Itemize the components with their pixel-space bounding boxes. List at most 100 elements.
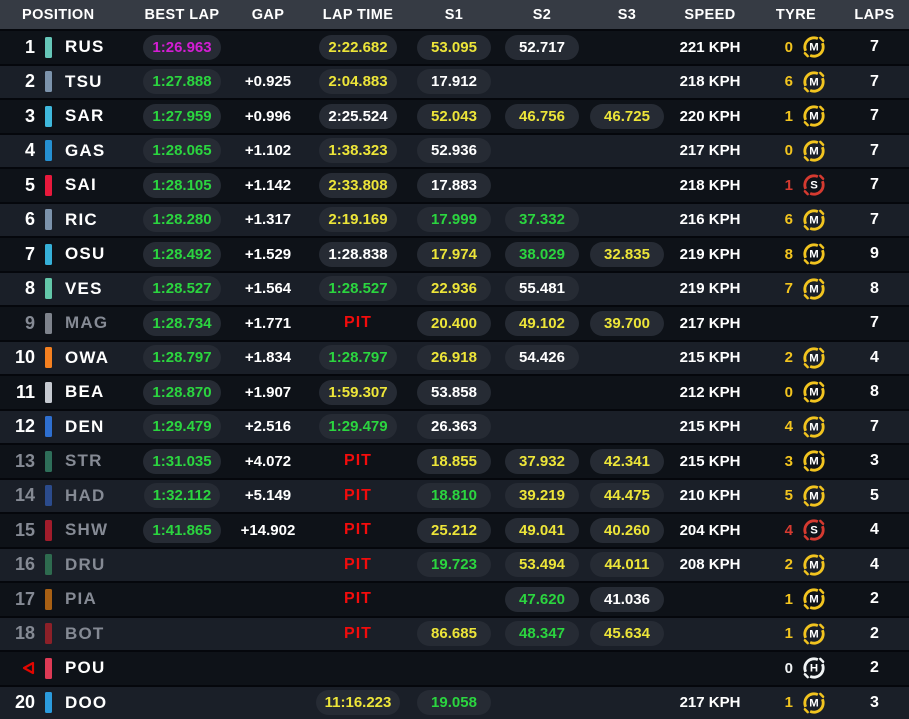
- position-number: 16: [14, 554, 35, 575]
- sector2-time: 49.102: [505, 310, 579, 336]
- svg-text:M: M: [809, 697, 818, 709]
- timing-row: 8 VES 1:28.527 +1.564 1:28.527 22.936 55.481 21…: [0, 272, 909, 306]
- team-color-cell: [40, 411, 56, 444]
- sector3-cell: [586, 204, 668, 237]
- best-lap-cell: 1:32.112: [134, 480, 230, 513]
- tyre-compound-medium-icon: M: [803, 623, 825, 645]
- speed-cell: [668, 652, 752, 685]
- sector1-cell: 25.212: [410, 514, 498, 547]
- svg-text:M: M: [809, 594, 818, 606]
- team-color-cell: [40, 31, 56, 64]
- laps-count: 8: [870, 383, 879, 401]
- laps-count: 8: [870, 279, 879, 297]
- sector2-cell: 46.756: [498, 100, 586, 133]
- lap-time-cell: 1:29.479: [306, 411, 410, 444]
- sector1-cell: [410, 652, 498, 685]
- svg-text:M: M: [809, 42, 818, 54]
- tyre-cell: 1M: [752, 687, 840, 719]
- sector2-time: 53.494: [505, 552, 579, 578]
- lap-time-cell: PIT: [306, 514, 410, 547]
- laps-count: 2: [870, 624, 879, 642]
- best-lap-time: 1:27.959: [143, 103, 221, 129]
- best-lap-cell: 1:28.527: [134, 273, 230, 306]
- speed-cell: [668, 583, 752, 616]
- lap-time: 2:04.883: [319, 69, 397, 95]
- sector2-cell: [498, 66, 586, 99]
- lap-time-cell: 1:28.797: [306, 342, 410, 375]
- gap-cell: +1.564: [244, 280, 292, 298]
- position-cell: 16: [0, 549, 40, 582]
- speed-cell: 204 KPH: [679, 521, 741, 539]
- sector3-time: 40.260: [590, 517, 664, 543]
- svg-text:M: M: [809, 490, 818, 502]
- tyre-cell: 0M: [752, 376, 840, 409]
- sector2-cell: 37.932: [498, 445, 586, 478]
- laps-count: 7: [870, 210, 879, 228]
- position-number: 7: [24, 243, 35, 264]
- lap-time-cell: PIT: [306, 480, 410, 513]
- sector3-time: 46.725: [590, 103, 664, 129]
- best-lap-cell: 1:29.479: [134, 411, 230, 444]
- sector3-time: 45.634: [590, 621, 664, 647]
- best-lap-time: 1:26.963: [143, 34, 221, 60]
- tyre-stint-count: 6: [784, 211, 793, 229]
- sector2-cell: 49.102: [498, 307, 586, 340]
- tyre-compound-medium-icon: M: [803, 692, 825, 714]
- svg-text:M: M: [809, 421, 818, 433]
- timing-row: 14 HAD 1:32.112 +5.149 PIT 18.810 39.219 44.475…: [0, 479, 909, 513]
- lap-time-cell: 1:38.323: [306, 135, 410, 168]
- sector3-time: 44.475: [590, 483, 664, 509]
- position-number: 5: [24, 174, 35, 195]
- team-color-bar: [44, 312, 52, 334]
- pit-label: PIT: [344, 486, 372, 504]
- team-color-bar: [44, 71, 52, 93]
- lap-time-cell: 1:59.307: [306, 376, 410, 409]
- sector1-time: 18.855: [417, 448, 491, 474]
- sector2-cell: [498, 376, 586, 409]
- driver-code: RUS: [65, 37, 105, 57]
- sector2-time: 49.041: [505, 517, 579, 543]
- sector3-cell: [586, 342, 668, 375]
- team-color-cell: [40, 618, 56, 651]
- gap-cell: +0.925: [244, 73, 292, 91]
- sector1-time: 52.936: [417, 138, 491, 164]
- sector1-time: 17.912: [417, 69, 491, 95]
- sector3-cell: 39.700: [586, 307, 668, 340]
- svg-text:M: M: [809, 352, 818, 364]
- sector2-cell: [498, 411, 586, 444]
- sector2-cell: 37.332: [498, 204, 586, 237]
- sector1-cell: 19.723: [410, 549, 498, 582]
- best-lap-time: 1:28.527: [143, 276, 221, 302]
- lap-time: 2:19.169: [319, 207, 397, 233]
- timing-row: 11 BEA 1:28.870 +1.907 1:59.307 53.858 212 KPH…: [0, 376, 909, 409]
- column-header-best-lap: BEST LAP: [144, 6, 220, 23]
- svg-text:M: M: [809, 214, 818, 226]
- position-number: 14: [14, 485, 35, 506]
- team-color-bar: [44, 519, 52, 541]
- laps-count: 2: [870, 590, 879, 608]
- team-color-cell: [40, 100, 56, 133]
- best-lap-time: 1:41.865: [143, 517, 221, 543]
- tyre-cell: 8M: [752, 238, 840, 271]
- laps-count: 5: [870, 486, 879, 504]
- speed-cell: 210 KPH: [679, 487, 741, 505]
- sector1-time: 22.936: [417, 276, 491, 302]
- best-lap-time: 1:28.280: [143, 207, 221, 233]
- tyre-stint-count: 0: [784, 659, 793, 677]
- team-color-bar: [44, 485, 52, 507]
- tyre-compound-medium-icon: M: [803, 209, 825, 231]
- svg-text:M: M: [809, 456, 818, 468]
- best-lap-cell: 1:28.797: [134, 342, 230, 375]
- timing-row: 13 STR 1:31.035 +4.072 PIT 18.855 37.932 42.341…: [0, 445, 909, 478]
- svg-text:M: M: [809, 145, 818, 157]
- sector1-time: 26.918: [417, 345, 491, 371]
- team-color-bar: [44, 140, 52, 162]
- sector3-cell: [586, 652, 668, 685]
- best-lap-time: 1:31.035: [143, 448, 221, 474]
- svg-text:M: M: [809, 628, 818, 640]
- gap-cell: [230, 652, 306, 685]
- pit-label: PIT: [344, 521, 372, 539]
- column-header-s2: S2: [532, 6, 552, 23]
- speed-cell: 218 KPH: [679, 176, 741, 194]
- lap-time: 2:22.682: [319, 34, 397, 60]
